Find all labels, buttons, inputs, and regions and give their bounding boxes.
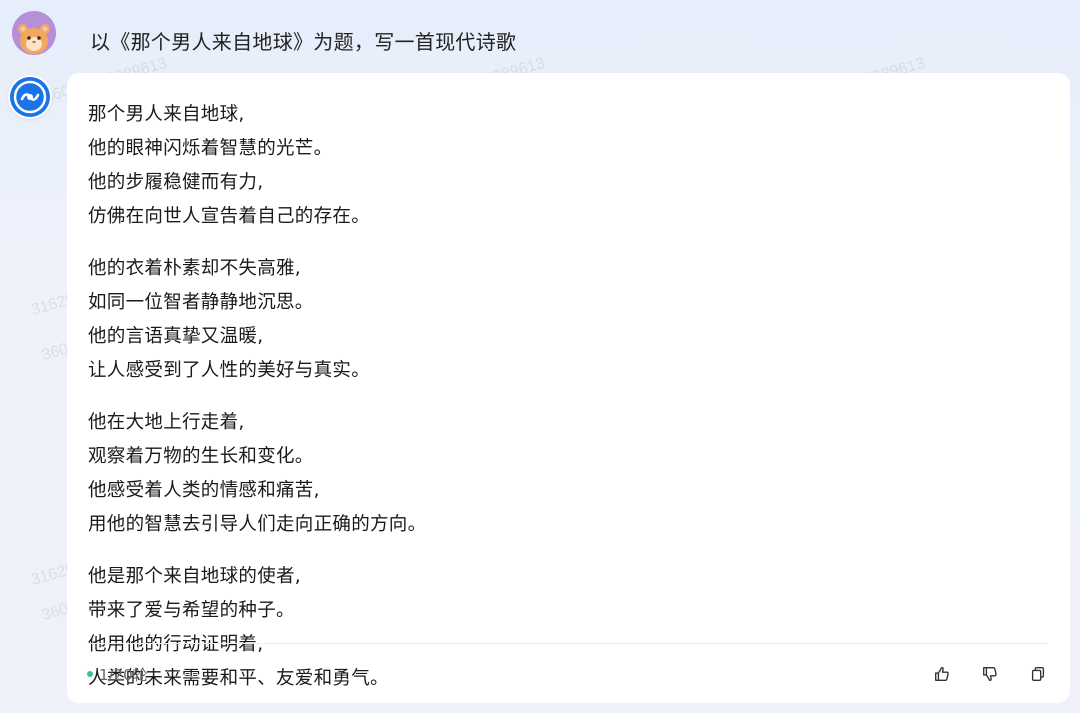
poem-line: 人类的未来需要和平、友爱和勇气。 <box>88 668 389 689</box>
hamster-avatar-icon <box>12 11 56 55</box>
poem-line: 他的眼神闪烁着智慧的光芒。 <box>88 138 333 159</box>
assistant-message-card: 那个男人来自地球, 他的眼神闪烁着智慧的光芒。 他的步履稳健而有力, 仿佛在向世… <box>67 73 1070 703</box>
poem-line: 如同一位智者静静地沉思。 <box>88 292 314 313</box>
poem-line: 那个男人来自地球, <box>88 104 245 125</box>
ai-logo-icon <box>10 77 50 117</box>
poem-line: 他是那个来自地球的使者, <box>88 566 301 587</box>
assistant-avatar <box>8 75 52 119</box>
thumbs-up-icon <box>935 667 949 681</box>
poem-line: 他在大地上行走着, <box>88 412 245 433</box>
user-avatar[interactable] <box>12 11 56 55</box>
poem-line: 他感受着人类的情感和痛苦, <box>88 480 320 501</box>
stanza: 他在大地上行走着, 观察着万物的生长和变化。 他感受着人类的情感和痛苦, 用他的… <box>88 406 1050 542</box>
user-prompt-text: 以《那个男人来自地球》为题，写一首现代诗歌 <box>90 30 517 54</box>
status-dot-icon <box>87 671 93 677</box>
poem-line: 他用他的行动证明着, <box>88 634 264 655</box>
stanza: 他的衣着朴素却不失高雅, 如同一位智者静静地沉思。 他的言语真挚又温暖, 让人感… <box>88 252 1050 388</box>
poem-line: 他的步履稳健而有力, <box>88 172 264 193</box>
stanza: 他是那个来自地球的使者, 带来了爱与希望的种子。 他用他的行动证明着, 人类的未… <box>88 560 1050 696</box>
poem-line: 用他的智慧去引导人们走向正确的方向。 <box>88 514 427 535</box>
stanza: 那个男人来自地球, 他的眼神闪烁着智慧的光芒。 他的步履稳健而有力, 仿佛在向世… <box>88 98 1050 234</box>
thumbs-down-icon <box>983 667 997 681</box>
message-actions <box>930 662 1050 686</box>
dislike-button[interactable] <box>978 662 1002 686</box>
copy-button[interactable] <box>1026 662 1050 686</box>
poem-line: 让人感受到了人性的美好与真实。 <box>88 360 371 381</box>
poem-line: 观察着万物的生长和变化。 <box>88 446 314 467</box>
poem: 那个男人来自地球, 他的眼神闪烁着智慧的光芒。 他的步履稳健而有力, 仿佛在向世… <box>88 98 1050 703</box>
round-status: 1/20轮 <box>87 663 148 685</box>
user-message-row: 以《那个男人来自地球》为题，写一首现代诗歌 <box>0 0 1080 72</box>
poem-line: 仿佛在向世人宣告着自己的存在。 <box>88 206 371 227</box>
poem-line: 他的言语真挚又温暖, <box>88 326 264 347</box>
poem-line: 他的衣着朴素却不失高雅, <box>88 258 301 279</box>
like-button[interactable] <box>930 662 954 686</box>
poem-line: 带来了爱与希望的种子。 <box>88 600 295 621</box>
copy-icon <box>1031 667 1045 681</box>
footer-divider <box>87 643 1048 644</box>
round-count: 1/20轮 <box>99 665 148 684</box>
